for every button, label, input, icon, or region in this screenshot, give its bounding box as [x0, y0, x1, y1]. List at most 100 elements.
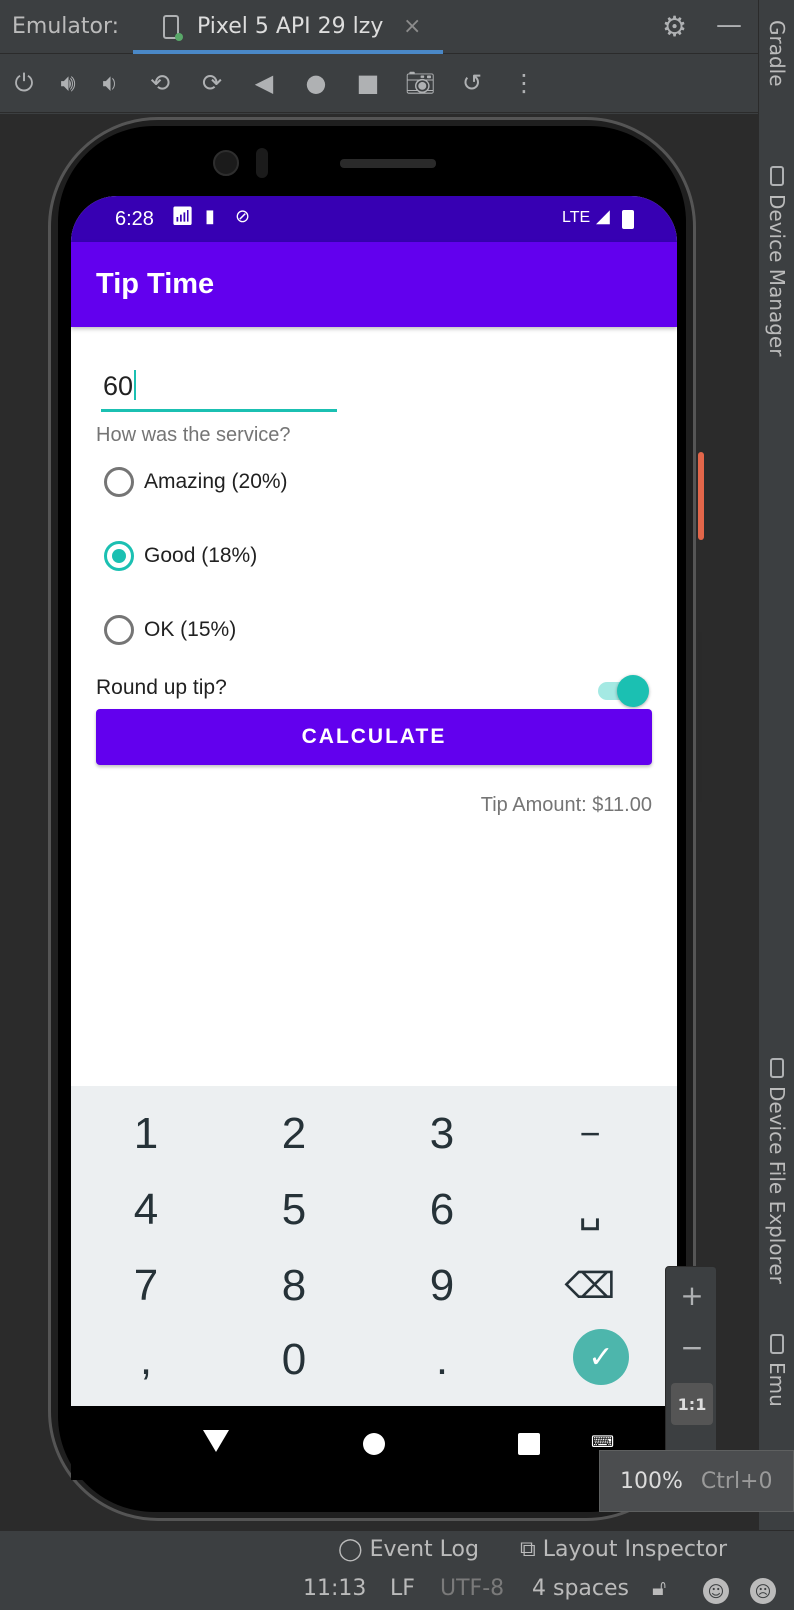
cell-signal-icon: ◢ — [596, 206, 610, 227]
numeric-keyboard: 1 2 3 − 4 5 6 ␣ 7 8 9 ⌫ , 0 . ✓ — [71, 1086, 677, 1406]
round-up-switch[interactable] — [598, 672, 649, 708]
emulator-toolbar: ⏻ 🔊︎ 🔉︎ ⟲ ⟳ ◀ ● ■ 📷︎ ↺ ⋮ — [0, 55, 758, 113]
gradle-tab-label: Gradle — [765, 20, 789, 87]
radio-good[interactable] — [104, 541, 134, 571]
key-space[interactable]: ␣ — [515, 1172, 665, 1248]
option-amazing-label: Amazing (20%) — [144, 470, 288, 493]
nav-home-icon[interactable] — [363, 1433, 385, 1455]
rotate-right-icon[interactable]: ⟳ — [194, 65, 230, 101]
device-file-explorer-tab[interactable]: Device File Explorer — [759, 1058, 794, 1284]
emulator-tab-bar: Emulator: Pixel 5 API 29 lzy × ⚙ — — [0, 0, 758, 54]
app-title: Tip Time — [96, 268, 215, 300]
zoom-tooltip-shortcut: Ctrl+0 — [700, 1468, 773, 1494]
device-manager-tab[interactable]: Device Manager — [759, 166, 794, 356]
tab-title: Pixel 5 API 29 lzy — [197, 14, 384, 39]
key-1[interactable]: 1 — [71, 1096, 221, 1172]
zoom-in-button[interactable]: + — [666, 1271, 718, 1319]
front-camera — [213, 150, 239, 176]
file-encoding[interactable]: UTF-8 — [440, 1576, 504, 1601]
key-period[interactable]: . — [367, 1322, 517, 1398]
key-6[interactable]: 6 — [367, 1172, 517, 1248]
nav-back-icon[interactable] — [203, 1430, 229, 1452]
bottom-tool-bar: ◯ Event Log ⧉ Layout Inspector — [0, 1530, 794, 1570]
option-ok-label: OK (15%) — [144, 618, 237, 641]
device-screen: 6:28 📶︎ ▮ ⊘ LTE ◢ Tip Time 60 How was th… — [71, 196, 677, 1480]
volume-up-icon[interactable]: 🔊︎ — [50, 65, 86, 101]
service-question: How was the service? — [96, 424, 291, 446]
minimize-icon[interactable]: — — [716, 10, 742, 40]
key-7[interactable]: 7 — [71, 1248, 221, 1324]
tab-close-button[interactable]: × — [403, 14, 421, 39]
key-8[interactable]: 8 — [219, 1248, 369, 1324]
device-file-explorer-tab-label: Device File Explorer — [765, 1086, 789, 1284]
tip-amount-result: Tip Amount: $11.00 — [480, 794, 652, 816]
back-icon[interactable]: ◀ — [246, 65, 282, 101]
tab-pixel-5[interactable]: Pixel 5 API 29 lzy × — [133, 0, 443, 54]
option-amazing[interactable]: Amazing (20%) — [104, 458, 424, 506]
overview-icon[interactable]: ■ — [350, 65, 386, 101]
key-3[interactable]: 3 — [367, 1096, 517, 1172]
device-icon — [163, 15, 183, 41]
network-type: LTE — [562, 209, 591, 226]
cost-input-value: 60 — [103, 370, 137, 402]
signal-icon: 📶︎ — [171, 206, 194, 227]
done-key[interactable]: ✓ — [573, 1329, 629, 1385]
gear-icon[interactable]: ⚙ — [662, 10, 687, 43]
key-minus[interactable]: − — [515, 1096, 665, 1172]
cost-of-service-input[interactable]: 60 — [101, 366, 337, 412]
event-log-label: Event Log — [369, 1537, 479, 1562]
zoom-out-button[interactable]: − — [666, 1323, 718, 1371]
gradle-tab[interactable]: Gradle — [759, 20, 794, 87]
proximity-sensor — [256, 148, 268, 178]
nav-recents-icon[interactable] — [518, 1433, 540, 1455]
caret-position[interactable]: 11:13 — [303, 1576, 366, 1601]
key-4[interactable]: 4 — [71, 1172, 221, 1248]
backspace-key[interactable]: ⌫ — [515, 1248, 665, 1324]
key-comma[interactable]: , — [71, 1322, 221, 1398]
option-good-label: Good (18%) — [144, 544, 258, 567]
sad-face-icon[interactable]: ☹ — [750, 1578, 776, 1604]
radio-amazing[interactable] — [104, 467, 134, 497]
option-ok[interactable]: OK (15%) — [104, 606, 424, 654]
round-up-label: Round up tip? — [96, 676, 227, 699]
text-caret — [134, 370, 137, 400]
app-bar: Tip Time — [71, 242, 677, 327]
indent-setting[interactable]: 4 spaces — [532, 1576, 629, 1601]
zoom-1-to-1-button[interactable]: 1:1 — [671, 1383, 713, 1425]
power-icon[interactable]: ⏻ — [6, 65, 42, 101]
option-good[interactable]: Good (18%) — [104, 532, 424, 580]
rotate-left-icon[interactable]: ⟲ — [142, 65, 178, 101]
zoom-panel: + − 1:1 — [665, 1266, 717, 1456]
device-manager-tab-label: Device Manager — [765, 194, 789, 357]
happy-face-icon[interactable]: ☺ — [703, 1578, 729, 1604]
event-log-tab[interactable]: ◯ Event Log — [338, 1537, 479, 1562]
more-icon[interactable]: ⋮ — [506, 65, 542, 101]
key-0[interactable]: 0 — [219, 1322, 369, 1398]
emulator-side-tab[interactable]: Emu — [759, 1334, 794, 1424]
lock-icon[interactable]: 🔓︎ — [652, 1576, 666, 1601]
emulator-side-icon — [770, 1334, 784, 1354]
layout-inspector-tab[interactable]: ⧉ Layout Inspector — [520, 1537, 727, 1562]
line-separator[interactable]: LF — [390, 1576, 415, 1601]
radio-ok[interactable] — [104, 615, 134, 645]
zoom-tooltip-value: 100% — [620, 1468, 683, 1494]
key-2[interactable]: 2 — [219, 1096, 369, 1172]
power-side-button[interactable] — [698, 452, 704, 540]
ide-status-bar: 11:13 LF UTF-8 4 spaces 🔓︎ ☺ ☹ — [0, 1570, 794, 1610]
emulator-label: Emulator: — [12, 14, 120, 39]
volume-down-icon[interactable]: 🔉︎ — [92, 65, 128, 101]
home-icon[interactable]: ● — [298, 65, 334, 101]
emulator-side-tab-label: Emu — [765, 1362, 789, 1407]
keyboard-switch-icon[interactable]: ⌨ — [591, 1432, 614, 1451]
camera-icon[interactable]: 📷︎ — [402, 65, 438, 101]
data-saver-icon: ⊘ — [235, 206, 251, 227]
calculate-button[interactable]: CALCULATE — [96, 709, 652, 765]
sd-card-icon: ▮ — [205, 206, 215, 227]
key-9[interactable]: 9 — [367, 1248, 517, 1324]
navigation-bar: ⌨ — [71, 1406, 677, 1480]
snapshot-icon[interactable]: ↺ — [454, 65, 490, 101]
device-manager-icon — [770, 166, 784, 186]
key-5[interactable]: 5 — [219, 1172, 369, 1248]
layout-inspector-label: Layout Inspector — [542, 1537, 728, 1562]
volume-side-button[interactable] — [698, 632, 702, 802]
